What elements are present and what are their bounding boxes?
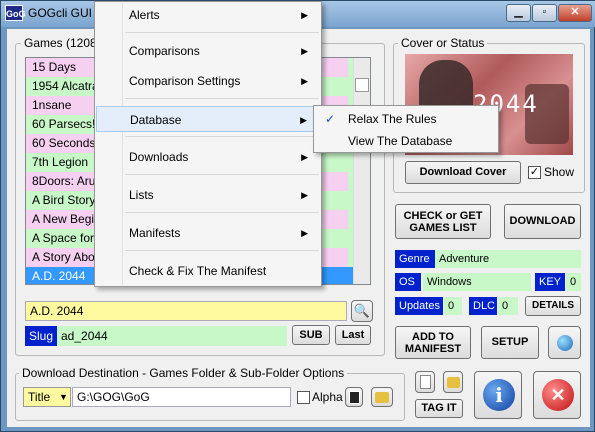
download-cover-button[interactable]: Download Cover <box>405 161 521 184</box>
download-button[interactable]: DOWNLOAD <box>504 204 581 239</box>
app-logo-icon: GoG <box>5 5 26 21</box>
details-button[interactable]: DETAILS <box>525 296 581 316</box>
folder-icon <box>447 377 460 388</box>
menu-item-label: Database <box>130 113 182 127</box>
menu-item-label: Lists <box>129 188 154 202</box>
folder-mode-select[interactable]: Title ▼ <box>23 387 71 407</box>
minimize-button[interactable]: ▁ <box>506 4 531 22</box>
chevron-down-icon: ▼ <box>59 392 68 402</box>
slug-field[interactable]: ad_2044 <box>57 326 287 346</box>
dlc-label: DLC <box>469 297 497 315</box>
slug-label: Slug <box>25 326 57 346</box>
dropdown-menu: Alerts ▶ Comparisons ▶ Comparison Settings ▶ D… <box>94 1 322 287</box>
dlc-field: 0 <box>498 297 518 315</box>
menu-item-comparison-settings[interactable]: Comparison Settings ▶ <box>96 68 320 94</box>
menu-item-database[interactable]: Database ▶ <box>96 106 320 132</box>
info-icon: i <box>483 379 515 411</box>
folder-options-button[interactable] <box>345 387 363 407</box>
app-window: GoG GOGcli GUI v ▁ ▫ ✕ Games (1208) 15 D… <box>0 0 595 432</box>
menu-item-label: Check & Fix The Manifest <box>129 264 267 278</box>
menu-item-manifests[interactable]: Manifests ▶ <box>96 220 320 246</box>
maximize-button[interactable]: ▫ <box>532 4 557 22</box>
magnifier-icon: 🔍 <box>353 303 371 318</box>
menu-item-lists[interactable]: Lists ▶ <box>96 182 320 208</box>
menu-item-label: Comparison Settings <box>129 74 241 88</box>
submenu-item-label: View The Database <box>348 134 453 148</box>
destination-path-field[interactable]: G:\GOG\GoG <box>72 387 291 407</box>
menu-item-downloads[interactable]: Downloads ▶ <box>96 144 320 170</box>
games-list-scrollbar[interactable] <box>353 58 370 284</box>
key-field: 0 <box>566 273 581 291</box>
genre-field: Adventure <box>435 250 581 268</box>
menu-item-label: Comparisons <box>129 44 200 58</box>
submenu-item-relax-the-rules[interactable]: ✓ Relax The Rules <box>315 108 497 130</box>
genre-label: Genre <box>395 250 435 268</box>
folder-mode-value: Title <box>28 390 51 404</box>
globe-icon <box>557 335 573 351</box>
open-folder-button[interactable] <box>371 387 393 407</box>
sub-button[interactable]: SUB <box>292 325 330 345</box>
key-label: KEY <box>535 273 565 291</box>
web-button[interactable] <box>548 326 581 359</box>
menu-separator <box>125 136 319 137</box>
os-field: Windows <box>423 273 531 291</box>
show-label: Show <box>544 165 575 179</box>
info-button[interactable]: i <box>474 371 522 419</box>
folder-icon <box>375 392 389 403</box>
check-games-list-button[interactable]: CHECK or GET GAMES LIST <box>395 204 491 239</box>
exit-button[interactable]: ✕ <box>533 371 581 419</box>
updates-field: 0 <box>444 297 462 315</box>
submenu-item-label: Relax The Rules <box>348 112 437 126</box>
setup-button[interactable]: SETUP <box>481 326 539 359</box>
notes-button[interactable] <box>415 371 435 393</box>
submenu-arrow-icon: ▶ <box>301 228 308 238</box>
search-button[interactable]: 🔍 <box>351 300 373 322</box>
database-submenu: ✓ Relax The Rules View The Database <box>313 105 499 153</box>
game-folder-button[interactable] <box>443 371 463 393</box>
check-icon: ✓ <box>325 112 336 126</box>
scrollbar-thumb[interactable] <box>355 78 369 92</box>
menu-separator <box>125 174 319 175</box>
menu-item-comparisons[interactable]: Comparisons ▶ <box>96 38 320 64</box>
menu-item-check-fix-the-manifest[interactable]: Check & Fix The Manifest <box>96 258 320 284</box>
games-group-label: Games (1208) <box>21 36 104 50</box>
submenu-arrow-icon: ▶ <box>301 76 308 86</box>
selected-title-field[interactable]: A.D. 2044 <box>25 301 347 321</box>
menu-separator <box>125 212 319 213</box>
close-window-button[interactable]: ✕ <box>558 4 592 22</box>
list-icon <box>349 391 360 404</box>
submenu-arrow-icon: ▶ <box>301 190 308 200</box>
window-title: GOGcli GUI v <box>28 6 102 20</box>
os-label: OS <box>395 273 421 291</box>
menu-item-label: Downloads <box>129 150 189 164</box>
menu-separator <box>125 250 319 251</box>
cover-group-label: Cover or Status <box>398 36 488 50</box>
menu-item-label: Alerts <box>129 8 160 22</box>
submenu-arrow-icon: ▶ <box>300 115 307 125</box>
tag-it-button[interactable]: TAG IT <box>415 399 463 418</box>
alpha-label: Alpha <box>312 390 343 404</box>
last-button[interactable]: Last <box>335 325 371 345</box>
document-icon <box>420 375 431 389</box>
destination-group-label: Download Destination - Games Folder & Su… <box>19 366 348 380</box>
add-to-manifest-button[interactable]: ADD TO MANIFEST <box>395 326 471 359</box>
submenu-arrow-icon: ▶ <box>301 152 308 162</box>
menu-separator <box>125 32 319 33</box>
menu-item-alerts[interactable]: Alerts ▶ <box>96 2 320 28</box>
submenu-item-view-the-database[interactable]: View The Database <box>315 130 497 152</box>
alpha-checkbox[interactable] <box>297 391 310 404</box>
submenu-arrow-icon: ▶ <box>301 46 308 56</box>
updates-label: Updates <box>395 297 443 315</box>
show-checkbox[interactable]: ✓ <box>528 166 541 179</box>
close-icon: ✕ <box>542 379 574 411</box>
menu-item-label: Manifests <box>129 226 181 240</box>
menu-separator <box>125 98 319 99</box>
submenu-arrow-icon: ▶ <box>301 10 308 20</box>
